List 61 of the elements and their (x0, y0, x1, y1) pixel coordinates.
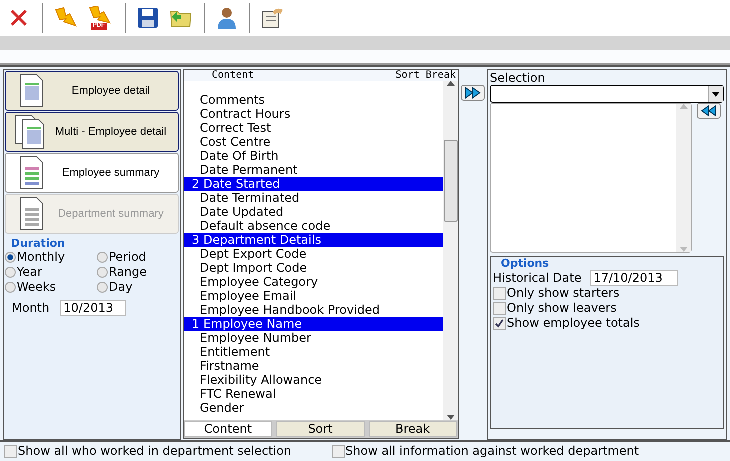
list-item[interactable]: Employee Category (184, 275, 443, 289)
radio-option[interactable]: Weeks (5, 280, 97, 295)
list-item[interactable]: 2 Date Started (184, 177, 443, 191)
selection-dropdown[interactable] (490, 85, 724, 103)
radio-option[interactable]: Year (5, 265, 97, 280)
checkmark-icon (495, 319, 504, 328)
list-item[interactable]: Dept Import Code (184, 261, 443, 275)
person-icon (216, 6, 238, 30)
list-item[interactable]: Employee Handbook Provided (184, 303, 443, 317)
checkbox-option[interactable]: Show all information against worked department (332, 444, 640, 459)
report-button[interactable]: Multi - Employee detail (5, 112, 179, 152)
list-item[interactable]: FTC Renewal (184, 387, 443, 401)
section-title: Selection (490, 71, 546, 85)
list-item[interactable]: Gender (184, 401, 443, 415)
list-item[interactable]: Default absence code (184, 219, 443, 233)
list-item[interactable]: Flexibility Allowance (184, 373, 443, 387)
checkbox-option[interactable]: Show all who worked in department selection (4, 444, 292, 459)
tab[interactable]: Content (184, 421, 272, 437)
radio-option[interactable]: Period (97, 250, 179, 265)
list-item[interactable]: Contract Hours (184, 107, 443, 121)
report-button[interactable]: Employee summary (5, 153, 179, 193)
checkbox-option[interactable]: Only show starters (493, 286, 721, 301)
double-arrow-right-icon (464, 87, 482, 99)
dropdown-arrow-icon (712, 92, 720, 96)
list-item[interactable]: Correct Test (184, 121, 443, 135)
double-arrow-left-icon (700, 105, 718, 117)
tab[interactable]: Sort (276, 421, 365, 437)
radio-option[interactable]: Monthly (5, 250, 97, 265)
scroll-thumb[interactable] (444, 140, 458, 222)
field-label: Historical Date (493, 271, 582, 285)
remove-button[interactable] (697, 103, 721, 119)
section-title: Options (501, 257, 550, 270)
list-item[interactable]: Date Of Birth (184, 149, 443, 163)
add-button[interactable] (461, 85, 485, 101)
list-item[interactable]: Employee Email (184, 289, 443, 303)
list-item[interactable]: 3 Department Details (184, 233, 443, 247)
notepad-icon (261, 6, 285, 30)
tab[interactable]: Break (368, 421, 457, 437)
list-item[interactable]: Entitlement (184, 345, 443, 359)
checkbox-option[interactable]: Only show leavers (493, 301, 721, 316)
radio-option[interactable]: Day (97, 280, 179, 295)
month-field[interactable]: 10/2013 (60, 300, 126, 316)
list-item[interactable]: Date Terminated (184, 191, 443, 205)
scrollbar[interactable] (443, 81, 458, 420)
section-title: Duration (11, 237, 66, 250)
report-button[interactable]: Employee detail (5, 71, 179, 111)
field-label: Month (12, 301, 50, 315)
list-item[interactable]: 1 Employee Name (184, 317, 443, 331)
checkbox-option[interactable]: Show employee totals (493, 316, 721, 331)
list-item[interactable]: Date Updated (184, 205, 443, 219)
date-field[interactable]: 17/10/2013 (590, 270, 678, 286)
list-item[interactable]: Date Permanent (184, 163, 443, 177)
list-item[interactable]: Dept Export Code (184, 247, 443, 261)
radio-option[interactable]: Range (97, 265, 179, 280)
list-item[interactable]: Cost Centre (184, 135, 443, 149)
lightning-arrow-icon (54, 6, 78, 30)
list-item[interactable]: Comments (184, 93, 443, 107)
list-item[interactable]: Employee Number (184, 331, 443, 345)
list-item[interactable]: Firstname (184, 359, 443, 373)
column-header: Content (212, 70, 254, 81)
column-header: Sort Break (396, 70, 456, 81)
